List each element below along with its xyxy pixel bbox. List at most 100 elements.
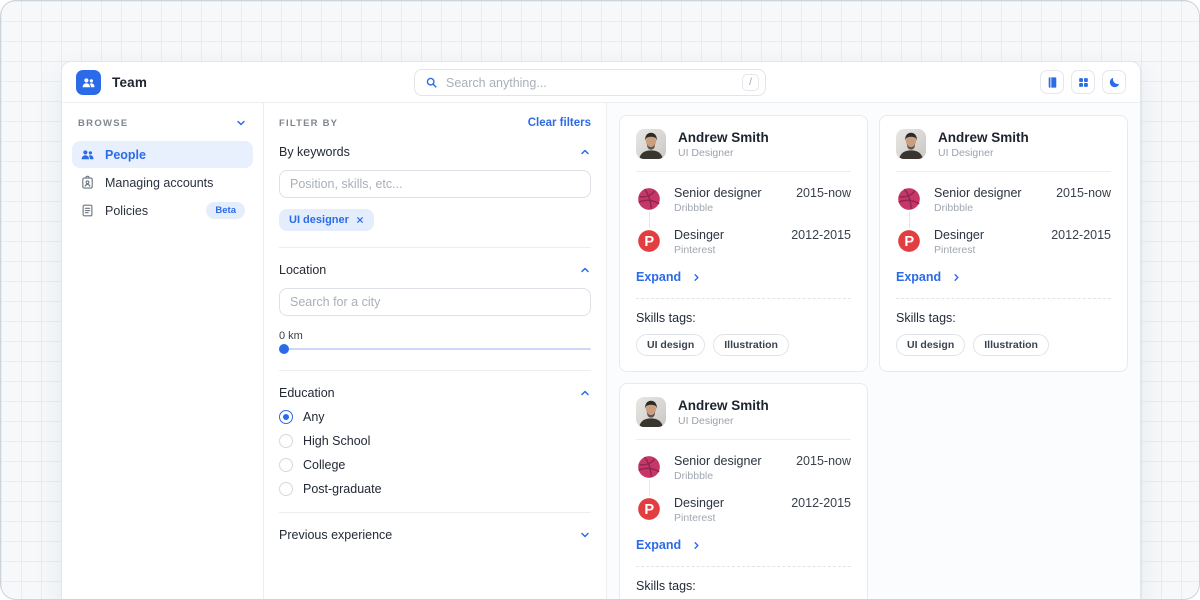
people-icon: [80, 147, 95, 162]
education-section-toggle[interactable]: Education: [279, 386, 591, 400]
divider: [279, 247, 591, 248]
search-icon: [425, 76, 438, 89]
radio-option[interactable]: Post-graduate: [279, 482, 591, 496]
keyword-tag[interactable]: UI designer: [279, 209, 374, 231]
position-title: Desinger: [674, 228, 779, 242]
radio-option[interactable]: Any: [279, 410, 591, 424]
keywords-section-title: By keywords: [279, 145, 350, 159]
position-company: Pinterest: [674, 512, 779, 524]
browse-label: BROWSE: [78, 118, 129, 129]
svg-text:P: P: [644, 502, 654, 518]
expand-link[interactable]: Expand: [636, 538, 851, 552]
position-row: P Desinger Pinterest 2012-2015: [896, 228, 1111, 256]
search-shortcut-key: /: [742, 74, 759, 91]
browse-section-toggle[interactable]: BROWSE: [72, 117, 253, 129]
person-name: Andrew Smith: [938, 130, 1029, 145]
skill-chip: UI design: [896, 334, 965, 356]
position-title: Desinger: [934, 228, 1039, 242]
app-window: Team /: [61, 61, 1141, 600]
position-title: Senior designer: [674, 186, 784, 200]
dashed-divider: [896, 298, 1111, 299]
position-period: 2012-2015: [1051, 228, 1111, 256]
slider-track[interactable]: [279, 348, 591, 350]
expand-link[interactable]: Expand: [896, 270, 1111, 284]
sidebar-item-policies[interactable]: Policies Beta: [72, 197, 253, 224]
id-badge-icon: [80, 175, 95, 190]
keyword-tag-label: UI designer: [289, 214, 349, 226]
radio-option[interactable]: High School: [279, 434, 591, 448]
svg-text:P: P: [904, 234, 914, 250]
dribbble-icon: [636, 186, 662, 212]
position-row: P Desinger Pinterest 2012-2015: [636, 496, 851, 524]
radio-icon: [279, 434, 293, 448]
pinterest-icon: P: [896, 228, 922, 254]
position-company: Dribbble: [934, 202, 1044, 214]
experience-section-toggle[interactable]: Previous experience: [279, 528, 591, 542]
header-actions: [1040, 70, 1126, 94]
location-section-title: Location: [279, 263, 326, 277]
position-row: Senior designer Dribbble 2015-now: [636, 454, 851, 482]
position-title: Senior designer: [934, 186, 1044, 200]
filter-panel: FILTER BY Clear filters By keywords UI d…: [264, 103, 607, 600]
position-row: P Desinger Pinterest 2012-2015: [636, 228, 851, 256]
chevron-right-icon: [951, 272, 962, 283]
expand-label: Expand: [636, 270, 681, 284]
dark-mode-button[interactable]: [1102, 70, 1126, 94]
keywords-section-toggle[interactable]: By keywords: [279, 145, 591, 159]
search-input[interactable]: [446, 76, 734, 90]
position-period: 2015-now: [796, 186, 851, 214]
clear-filters-link[interactable]: Clear filters: [528, 117, 591, 129]
remove-tag-icon[interactable]: [356, 216, 364, 224]
location-section-toggle[interactable]: Location: [279, 263, 591, 277]
position-company: Pinterest: [934, 244, 1039, 256]
chevron-right-icon: [691, 540, 702, 551]
position-period: 2012-2015: [791, 228, 851, 256]
sidebar-item-label: People: [105, 148, 146, 162]
avatar: [636, 129, 666, 159]
beta-badge: Beta: [206, 202, 245, 219]
chevron-down-icon: [235, 117, 247, 129]
app-title: Team: [112, 75, 147, 90]
slider-thumb[interactable]: [279, 344, 289, 354]
sidebar-item-managing-accounts[interactable]: Managing accounts: [72, 169, 253, 196]
person-name: Andrew Smith: [678, 398, 769, 413]
position-row: Senior designer Dribbble 2015-now: [636, 186, 851, 214]
position-period: 2015-now: [1056, 186, 1111, 214]
filter-by-label: FILTER BY: [279, 118, 338, 129]
cards-grid: Andrew Smith UI Designer Senior designer…: [619, 115, 1128, 600]
education-section-title: Education: [279, 386, 335, 400]
position-title: Desinger: [674, 496, 779, 510]
skill-chip: UI design: [636, 334, 705, 356]
distance-slider[interactable]: [279, 344, 591, 354]
radio-option[interactable]: College: [279, 458, 591, 472]
skills-label: Skills tags:: [896, 311, 1111, 325]
dribbble-icon: [636, 454, 662, 480]
divider: [279, 370, 591, 371]
person-card: Andrew Smith UI Designer Senior designer…: [619, 383, 868, 600]
chevron-up-icon: [579, 146, 591, 158]
chevron-up-icon: [579, 387, 591, 399]
keywords-input[interactable]: [279, 170, 591, 198]
apps-grid-button[interactable]: [1071, 70, 1095, 94]
person-name: Andrew Smith: [678, 130, 769, 145]
chevron-up-icon: [579, 264, 591, 276]
grid-icon: [1077, 76, 1090, 89]
expand-label: Expand: [896, 270, 941, 284]
book-button[interactable]: [1040, 70, 1064, 94]
dashed-divider: [636, 566, 851, 567]
pinterest-icon: P: [636, 496, 662, 522]
city-search-input[interactable]: [279, 288, 591, 316]
results-area: Andrew Smith UI Designer Senior designer…: [607, 103, 1140, 600]
sidebar-item-people[interactable]: People: [72, 141, 253, 168]
svg-text:P: P: [644, 234, 654, 250]
document-icon: [80, 203, 95, 218]
radio-icon: [279, 458, 293, 472]
moon-icon: [1108, 76, 1121, 89]
position-period: 2015-now: [796, 454, 851, 482]
position-company: Dribbble: [674, 470, 784, 482]
sidebar: BROWSE People Managing accounts Policies…: [62, 103, 264, 600]
global-search[interactable]: /: [414, 69, 766, 96]
skills-label: Skills tags:: [636, 579, 851, 593]
desktop-background: Team /: [0, 0, 1200, 600]
expand-link[interactable]: Expand: [636, 270, 851, 284]
